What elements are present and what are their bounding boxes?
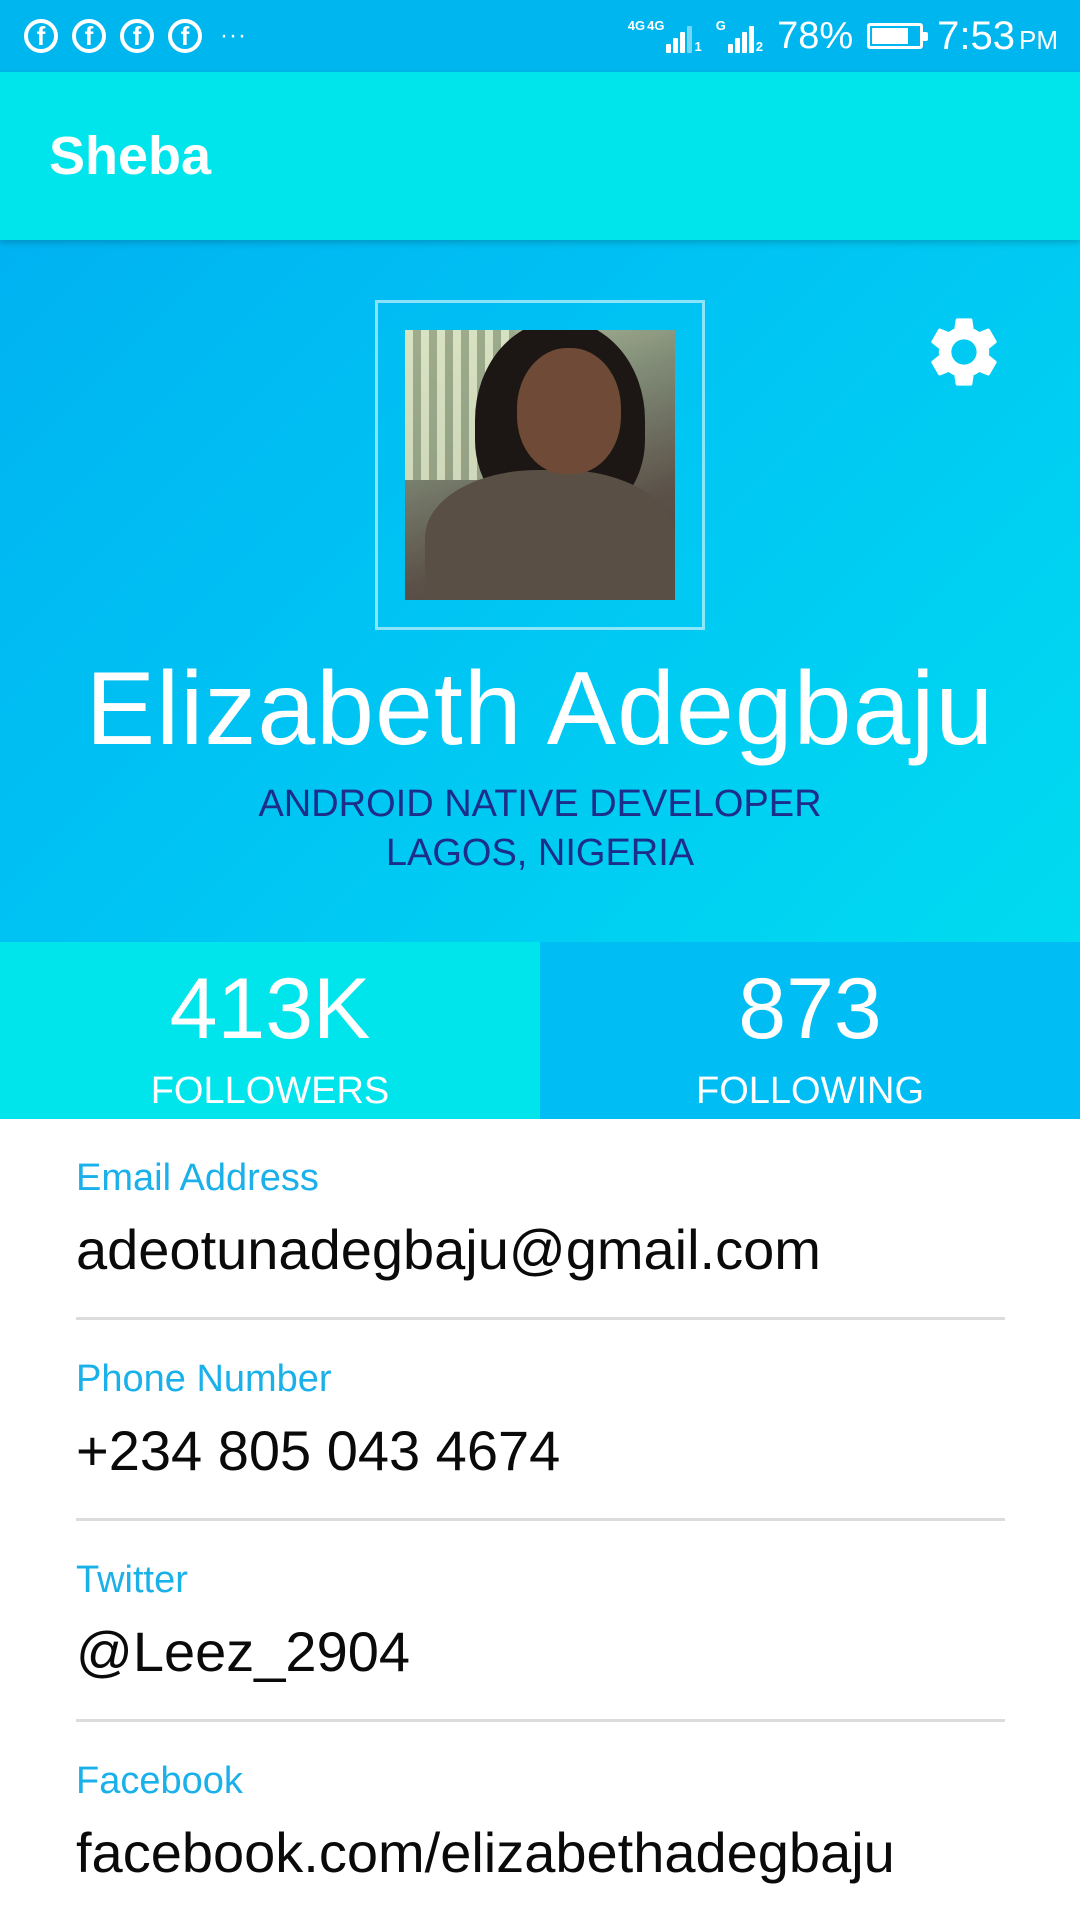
battery-level-fill <box>872 28 909 44</box>
signal-bar <box>673 38 679 53</box>
facebook-icon: f <box>168 19 202 53</box>
following-stat[interactable]: 873 FOLLOWING <box>540 942 1080 1119</box>
status-bar: f f f f ··· 4G 4G 1 G 2 78% 7:53 PM <box>0 0 1080 72</box>
detail-value: +234 805 043 4674 <box>76 1419 561 1482</box>
signal-sim2-icon: G 2 <box>716 19 763 53</box>
gear-icon <box>931 318 997 386</box>
clock-ampm: PM <box>1019 24 1058 55</box>
system-indicators: 4G 4G 1 G 2 78% 7:53 PM <box>628 14 1058 59</box>
profile-name: Elizabeth Adegbaju <box>85 651 995 767</box>
avatar[interactable] <box>405 330 675 600</box>
facebook-icon: f <box>72 19 106 53</box>
detail-value: adeotunadegbaju@gmail.com <box>76 1218 821 1281</box>
signal-bar <box>727 44 733 53</box>
avatar-face <box>517 348 621 474</box>
signal-bar <box>680 32 686 53</box>
stats-bar: 413K FOLLOWERS 873 FOLLOWING <box>0 942 1080 1119</box>
battery-icon <box>867 23 929 49</box>
following-label: FOLLOWING <box>695 1070 925 1112</box>
followers-stat[interactable]: 413K FOLLOWERS <box>0 942 540 1119</box>
network-type-label: 4G <box>647 18 665 33</box>
app-title: Sheba <box>49 126 212 186</box>
detail-facebook[interactable]: Facebook facebook.com/elizabethadegbaju <box>76 1722 1005 1923</box>
signal-bar <box>734 38 740 53</box>
detail-label: Email Address <box>76 1157 319 1199</box>
signal-bar <box>748 26 754 53</box>
clock: 7:53 PM <box>937 14 1058 59</box>
following-count: 873 <box>738 961 882 1057</box>
detail-value: @Leez_2904 <box>76 1620 411 1683</box>
followers-count: 413K <box>169 961 371 1057</box>
detail-label: Phone Number <box>76 1358 332 1400</box>
detail-email[interactable]: Email Address adeotunadegbaju@gmail.com <box>76 1119 1005 1320</box>
notification-icons: f f f f ··· <box>24 19 247 53</box>
sim-number-label: 2 <box>755 39 764 54</box>
app-bar: Sheba <box>0 72 1080 240</box>
facebook-icon: f <box>24 19 58 53</box>
profile-header: Elizabeth Adegbaju ANDROID NATIVE DEVELO… <box>0 240 1080 942</box>
avatar-body <box>425 470 675 600</box>
settings-button[interactable] <box>918 306 1010 398</box>
detail-phone[interactable]: Phone Number +234 805 043 4674 <box>76 1320 1005 1521</box>
profile-photo-frame <box>375 300 705 630</box>
battery-percent: 78% <box>777 14 854 57</box>
signal-bar <box>687 26 693 53</box>
detail-value: facebook.com/elizabethadegbaju <box>76 1821 895 1884</box>
network-type-label: 4G <box>627 18 646 33</box>
profile-location: LAGOS, NIGERIA <box>385 832 695 874</box>
signal-sim1-icon: 4G 4G 1 <box>628 19 702 53</box>
contact-details: Email Address adeotunadegbaju@gmail.com … <box>76 1119 1005 1923</box>
detail-twitter[interactable]: Twitter @Leez_2904 <box>76 1521 1005 1722</box>
facebook-icon: f <box>120 19 154 53</box>
detail-label: Facebook <box>76 1760 243 1802</box>
profile-job-title: ANDROID NATIVE DEVELOPER <box>258 783 822 825</box>
detail-label: Twitter <box>76 1559 188 1601</box>
more-notifications-icon: ··· <box>220 22 247 49</box>
clock-time: 7:53 <box>937 13 1015 58</box>
sim-number-label: 1 <box>694 39 702 54</box>
signal-bar <box>666 44 672 53</box>
network-type-label: G <box>715 18 726 33</box>
followers-label: FOLLOWERS <box>150 1070 390 1112</box>
signal-bar <box>741 32 747 53</box>
